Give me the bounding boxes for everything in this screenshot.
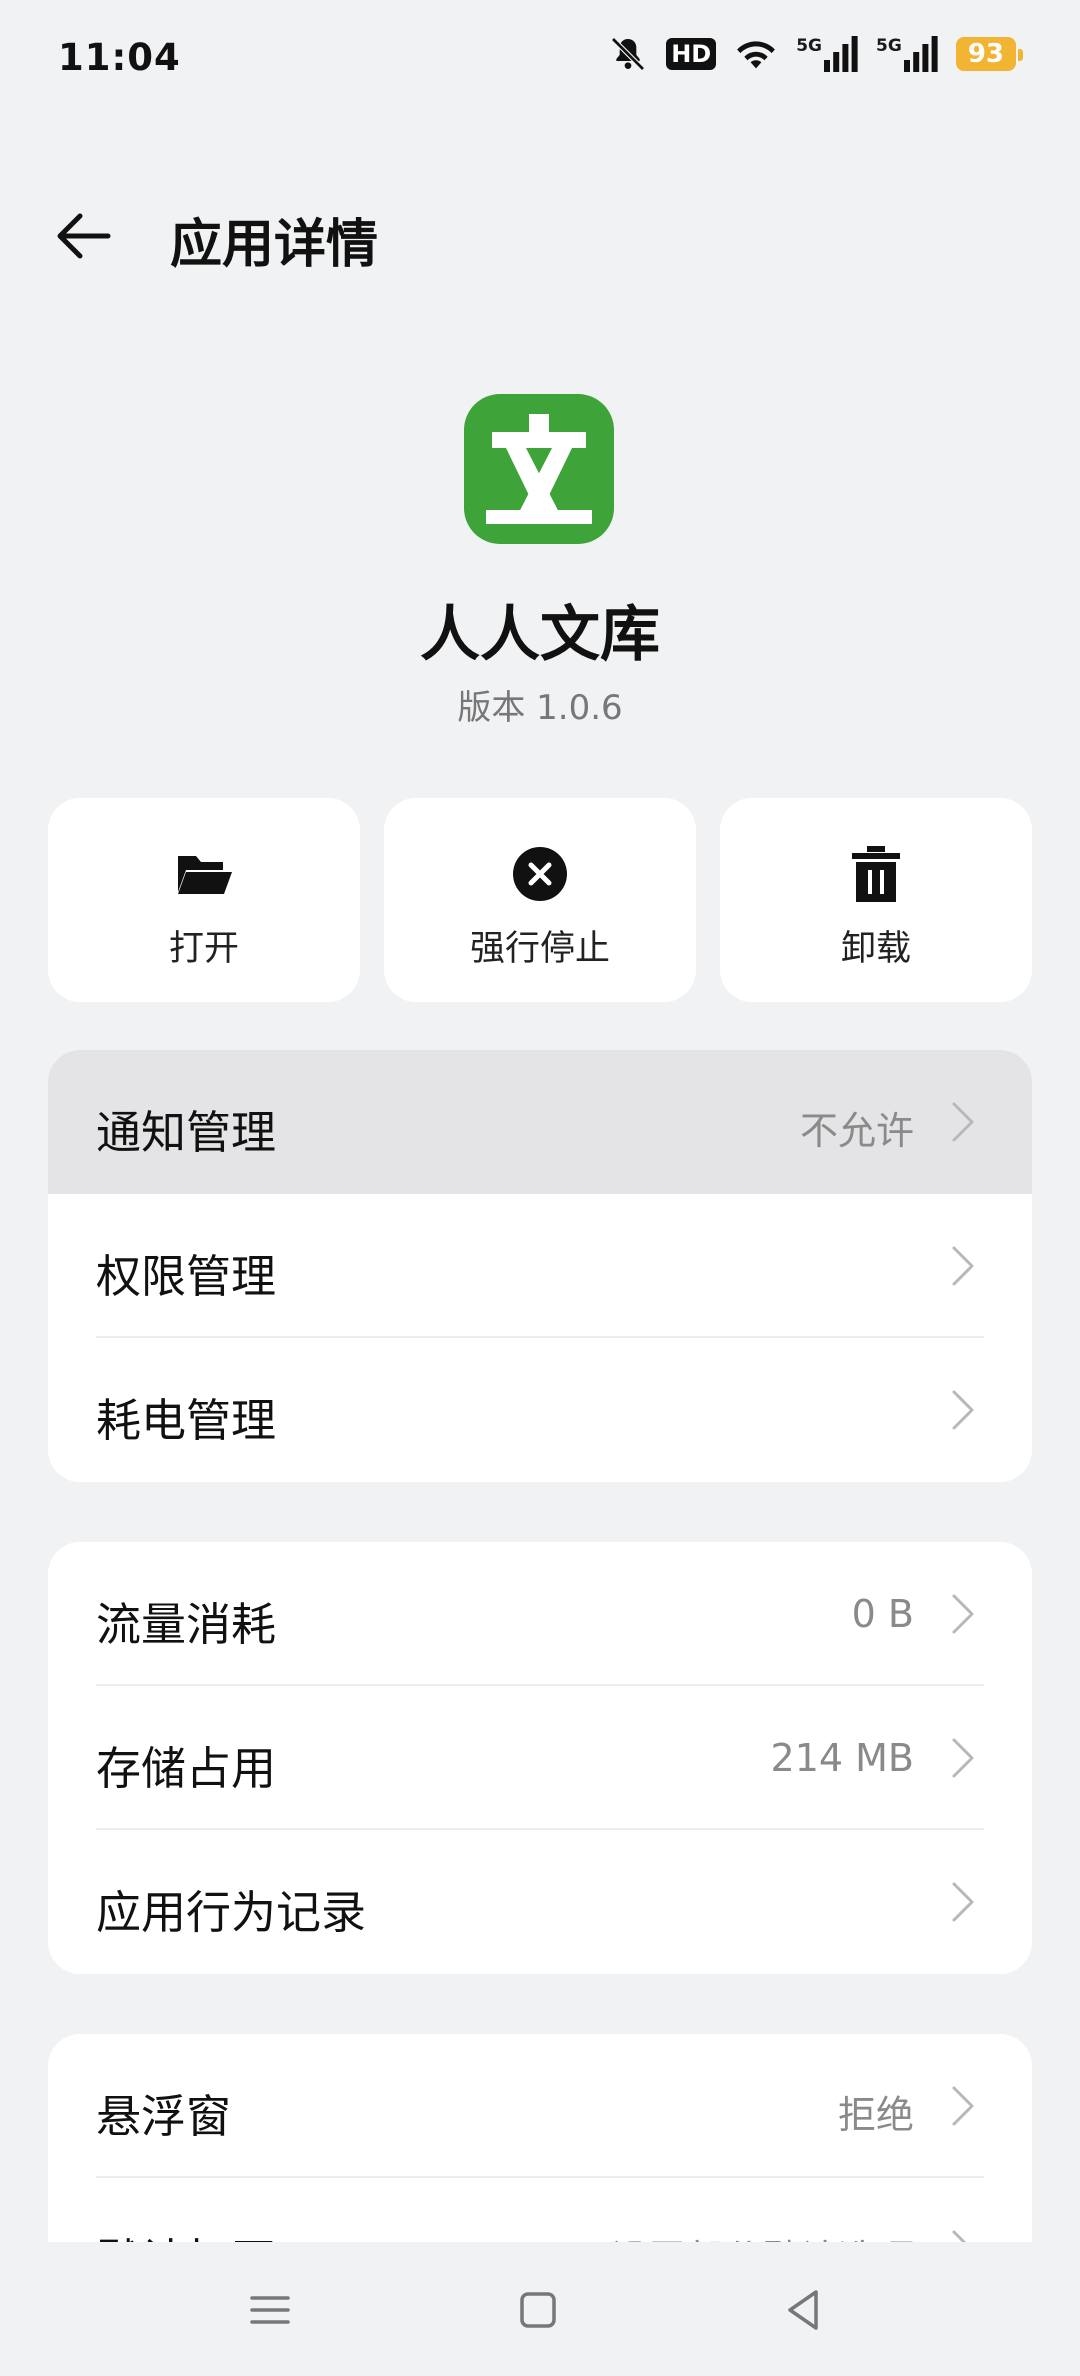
- force-stop-label: 强行停止: [469, 929, 610, 969]
- wifi-icon: [734, 36, 778, 72]
- row-value: 0 B: [851, 1592, 914, 1636]
- row-floating-window[interactable]: 悬浮窗 拒绝: [48, 2034, 1032, 2178]
- chevron-right-icon: [952, 1882, 974, 1922]
- battery-icon: 93: [955, 37, 1024, 71]
- back-button[interactable]: [52, 204, 116, 268]
- row-label: 权限管理: [96, 1250, 277, 1303]
- row-label: 应用行为记录: [96, 1886, 367, 1939]
- status-time: 11:04: [58, 36, 181, 79]
- row-value: 不允许: [799, 1109, 914, 1153]
- action-buttons: 打开 强行停止 卸载: [48, 798, 1032, 1002]
- row-value: 214 MB: [770, 1736, 914, 1780]
- force-stop-button[interactable]: 强行停止: [384, 798, 696, 1002]
- open-button[interactable]: 打开: [48, 798, 360, 1002]
- menu-icon[interactable]: [242, 2282, 298, 2338]
- back-triangle-icon[interactable]: [776, 2282, 832, 2338]
- chevron-right-icon: [952, 1390, 974, 1430]
- signal-5g-icon: 5G: [796, 36, 858, 72]
- chevron-right-icon: [952, 1246, 974, 1286]
- row-label: 悬浮窗: [96, 2090, 232, 2143]
- uninstall-button[interactable]: 卸载: [720, 798, 1032, 1002]
- app-bar: 应用详情: [0, 180, 1080, 290]
- row-permission-management[interactable]: 权限管理: [48, 1194, 1032, 1338]
- system-nav-bar: [0, 2242, 1080, 2376]
- row-label: 存储占用: [96, 1742, 277, 1795]
- row-label: 耗电管理: [96, 1394, 277, 1447]
- uninstall-label: 卸载: [840, 929, 911, 969]
- status-bar: 11:04 HD 5G 5G 93: [0, 0, 1080, 120]
- chevron-right-icon: [952, 1594, 974, 1634]
- close-circle-icon: [513, 847, 567, 901]
- chevron-right-icon: [952, 1738, 974, 1778]
- hd-icon: HD: [666, 38, 717, 70]
- app-icon: [464, 394, 614, 544]
- status-icons: HD 5G 5G 93: [608, 34, 1024, 74]
- home-icon[interactable]: [510, 2282, 566, 2338]
- bell-off-icon: [608, 34, 648, 74]
- row-data-usage[interactable]: 流量消耗 0 B: [48, 1542, 1032, 1686]
- arrow-left-icon: [57, 213, 111, 259]
- folder-icon: [178, 856, 232, 894]
- row-app-behavior-log[interactable]: 应用行为记录: [48, 1830, 1032, 1974]
- row-battery-management[interactable]: 耗电管理: [48, 1338, 1032, 1482]
- settings-group-usage: 流量消耗 0 B 存储占用 214 MB 应用行为记录: [48, 1542, 1032, 1974]
- row-storage-usage[interactable]: 存储占用 214 MB: [48, 1686, 1032, 1830]
- trash-icon: [852, 846, 900, 902]
- chevron-right-icon: [952, 2086, 974, 2126]
- signal-5g-icon: 5G: [876, 36, 938, 72]
- app-version: 版本 1.0.6: [457, 688, 623, 728]
- wen-logo-icon: [486, 414, 592, 524]
- settings-group-management: 通知管理 不允许 权限管理 耗电管理: [48, 1050, 1032, 1482]
- row-label: 通知管理: [96, 1106, 277, 1159]
- row-notification-management[interactable]: 通知管理 不允许: [48, 1050, 1032, 1194]
- open-label: 打开: [168, 929, 239, 969]
- app-name: 人人文库: [420, 600, 660, 670]
- row-label: 流量消耗: [96, 1598, 277, 1651]
- chevron-right-icon: [952, 1102, 974, 1142]
- page-title: 应用详情: [170, 215, 379, 275]
- row-value: 拒绝: [837, 2093, 914, 2137]
